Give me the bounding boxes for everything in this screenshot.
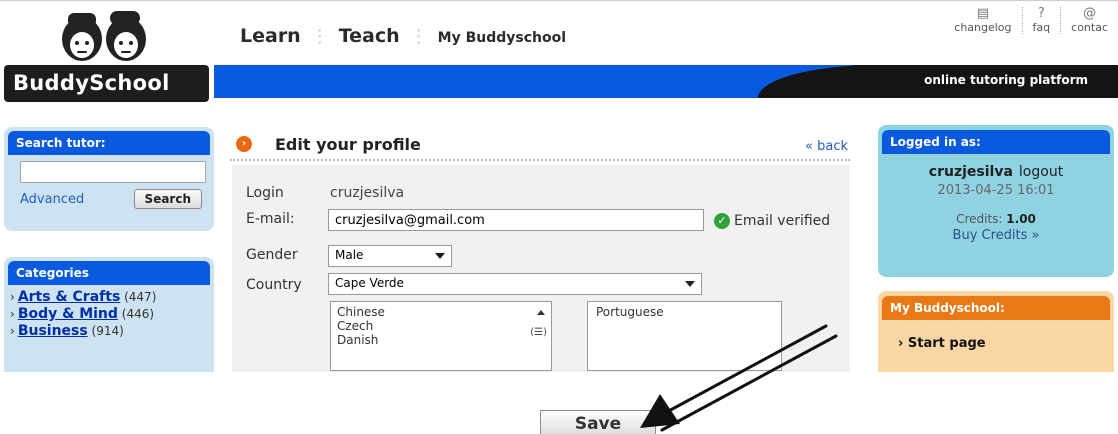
category-link[interactable]: Arts & Crafts [18, 289, 120, 305]
category-link[interactable]: Body & Mind [18, 306, 118, 322]
chevron-down-icon [435, 253, 445, 259]
categories-title: Categories [8, 261, 210, 285]
changelog-link[interactable]: ▤ changelog [944, 6, 1021, 35]
faq-link[interactable]: ? faq [1021, 6, 1061, 34]
languages-available-list[interactable]: Chinese Czech Danish (☰) [330, 301, 552, 371]
category-list: › Arts & Crafts (447) › Body & Mind (446) … [10, 289, 214, 340]
contact-link[interactable]: @ contac [1060, 7, 1118, 34]
main-nav: Learn ⋮ Teach ⋮ My Buddyschool [240, 25, 566, 47]
credits-value: 1.00 [1006, 212, 1036, 226]
country-value: Cape Verde [335, 276, 404, 290]
credits-label: Credits: [956, 212, 1003, 226]
logo-faces-icon [62, 11, 146, 61]
tagline: online tutoring platform [924, 73, 1088, 87]
changelog-icon: ▤ [976, 6, 990, 21]
nav-teach[interactable]: Teach [339, 25, 400, 47]
chevron-down-icon [685, 281, 695, 287]
category-link[interactable]: Business [18, 323, 88, 339]
nav-my-buddyschool[interactable]: My Buddyschool [438, 30, 566, 46]
chevron-right-icon: › [10, 290, 15, 304]
language-option[interactable]: Chinese [337, 305, 545, 319]
faq-label: faq [1032, 21, 1051, 34]
arrow-circle-icon: › [236, 136, 252, 152]
back-link[interactable]: « back [805, 139, 848, 154]
gender-label: Gender [246, 247, 298, 263]
credits-line: Credits: 1.00 [878, 212, 1114, 226]
chevron-right-icon: › [10, 324, 15, 338]
contact-label: contac [1071, 21, 1108, 34]
advanced-search-link[interactable]: Advanced [20, 192, 84, 207]
category-count: (446) [121, 307, 155, 321]
start-page-link[interactable]: › Start page [898, 336, 1114, 351]
login-value: cruzjesilva [330, 185, 405, 201]
category-item[interactable]: › Body & Mind (446) [10, 306, 214, 323]
question-icon: ? [1037, 6, 1045, 21]
chevron-right-icon: › [10, 307, 15, 321]
page-title: Edit your profile [275, 135, 421, 154]
login-timestamp: 2013-04-25 16:01 [937, 183, 1055, 198]
brand-logo[interactable]: BuddySchool [4, 65, 209, 102]
nav-separator: ⋮ [409, 26, 428, 47]
categories-panel: Categories › Arts & Crafts (447) › Body & … [4, 257, 214, 372]
category-count: (447) [124, 290, 157, 304]
search-input[interactable] [20, 161, 206, 183]
scroll-up-icon[interactable] [537, 310, 545, 315]
category-count: (914) [91, 324, 124, 338]
language-option[interactable]: Danish [337, 333, 545, 347]
header-banner: online tutoring platform [214, 65, 1118, 98]
profile-header: › Edit your profile « back [230, 131, 850, 161]
changelog-label: changelog [954, 21, 1012, 34]
search-actions: Advanced Search [20, 189, 202, 209]
search-panel: Search tutor: Advanced Search [4, 127, 214, 231]
email-verified-label: Email verified [734, 213, 831, 229]
my-buddyschool-title: My Buddyschool: [882, 296, 1110, 320]
utility-links: ▤ changelog ? faq @ contac [944, 7, 1118, 34]
category-item[interactable]: › Business (914) [10, 323, 214, 340]
scroll-grip-icon[interactable]: (☰) [530, 326, 547, 340]
contact-icon: @ [1083, 6, 1097, 21]
category-item[interactable]: › Arts & Crafts (447) [10, 289, 214, 306]
email-field[interactable] [328, 209, 704, 231]
profile-section: › Edit your profile « back Login cruzjes… [230, 123, 866, 372]
browser-viewport: BuddySchool Learn ⋮ Teach ⋮ My Buddyscho… [0, 0, 1118, 372]
email-label: E-mail: [246, 211, 295, 227]
check-icon: ✓ [714, 213, 730, 229]
account-panel: Logged in as: cruzjesilva logout 2013-04-… [878, 125, 1114, 277]
gender-value: Male [335, 248, 364, 262]
username[interactable]: cruzjesilva [929, 164, 1013, 180]
user-row: cruzjesilva logout [878, 164, 1114, 180]
save-button[interactable]: Save [540, 410, 656, 434]
country-select[interactable]: Cape Verde [328, 273, 702, 295]
buy-credits-link[interactable]: Buy Credits » [878, 228, 1114, 243]
my-buddyschool-panel: My Buddyschool: › Start page [878, 291, 1114, 372]
nav-learn[interactable]: Learn [240, 25, 301, 47]
gender-select[interactable]: Male [328, 245, 452, 267]
languages-selected-list[interactable]: Portuguese [587, 301, 782, 371]
profile-form: Login cruzjesilva E-mail: ✓ Email verifi… [232, 165, 850, 372]
search-button[interactable]: Search [133, 189, 202, 209]
search-panel-title: Search tutor: [8, 131, 210, 155]
logout-link[interactable]: logout [1019, 164, 1063, 180]
account-panel-title: Logged in as: [882, 130, 1110, 154]
nav-separator: ⋮ [310, 26, 329, 47]
email-verified-status: ✓ Email verified [714, 213, 830, 229]
selected-language[interactable]: Portuguese [596, 305, 773, 319]
country-label: Country [246, 277, 302, 293]
language-option[interactable]: Czech [337, 319, 545, 333]
login-label: Login [246, 185, 284, 201]
